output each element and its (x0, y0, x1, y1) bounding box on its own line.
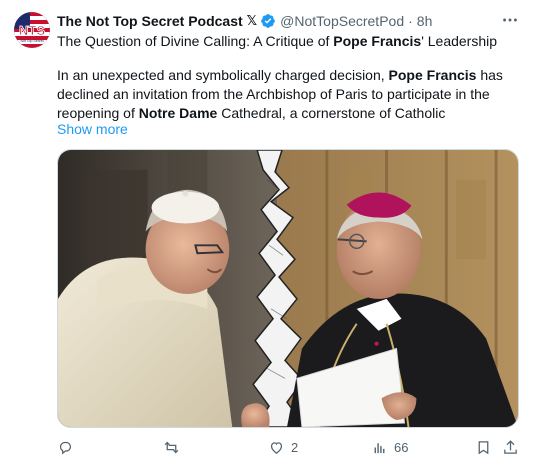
post-body-bold-1: Pope Francis (388, 67, 477, 83)
post-image[interactable] (57, 149, 519, 428)
bookmark-button[interactable] (475, 436, 492, 458)
reply-icon (59, 441, 72, 454)
repost-icon (164, 441, 179, 453)
post-title-text: The Question of Divine Calling: A Critiq… (57, 33, 334, 49)
like-icon (270, 441, 283, 454)
share-button[interactable] (502, 436, 519, 458)
verified-icon[interactable] (260, 13, 276, 29)
like-count: 2 (291, 439, 299, 455)
more-icon[interactable] (500, 11, 520, 31)
repost-button[interactable] (163, 436, 186, 458)
post-body: In an unexpected and symbolically charge… (57, 66, 519, 123)
tweet-header: The Not Top Secret Podcast 𝕏 @NotTopSecr… (57, 11, 520, 31)
reply-button[interactable] (57, 436, 80, 458)
display-name[interactable]: The Not Top Secret Podcast (57, 13, 243, 29)
post-body-text-1: In an unexpected and symbolically charge… (57, 67, 389, 83)
bookmark-icon (478, 440, 489, 454)
post-title: The Question of Divine Calling: A Critiq… (57, 32, 519, 51)
like-button[interactable]: 2 (268, 436, 298, 458)
action-bar: 2 66 (57, 436, 519, 458)
x-badge: 𝕏 (246, 13, 258, 28)
handle[interactable]: @NotTopSecretPod (280, 13, 404, 29)
share-icon (504, 439, 517, 454)
avatar[interactable]: NTS Not Top Secret (14, 12, 50, 48)
post-body-text-3: Cathedral, a cornerstone of Catholic (217, 105, 446, 121)
post-title-text-end: ' Leadership (421, 33, 498, 49)
tweet[interactable]: NTS Not Top Secret The Not Top Secret Po… (0, 0, 534, 475)
avatar-logo-subtext: Not Top Secret (20, 39, 43, 43)
views-count: 66 (394, 439, 409, 455)
post-title-bold: Pope Francis (333, 33, 422, 49)
timestamp[interactable]: 8h (417, 13, 433, 29)
post-body-bold-2: Notre Dame (138, 105, 218, 121)
separator-dot: · (408, 13, 413, 29)
views-icon (374, 442, 385, 453)
views-button[interactable]: 66 (371, 436, 408, 458)
show-more-link[interactable]: Show more (57, 121, 128, 137)
avatar-logo-text: NTS (19, 23, 45, 38)
